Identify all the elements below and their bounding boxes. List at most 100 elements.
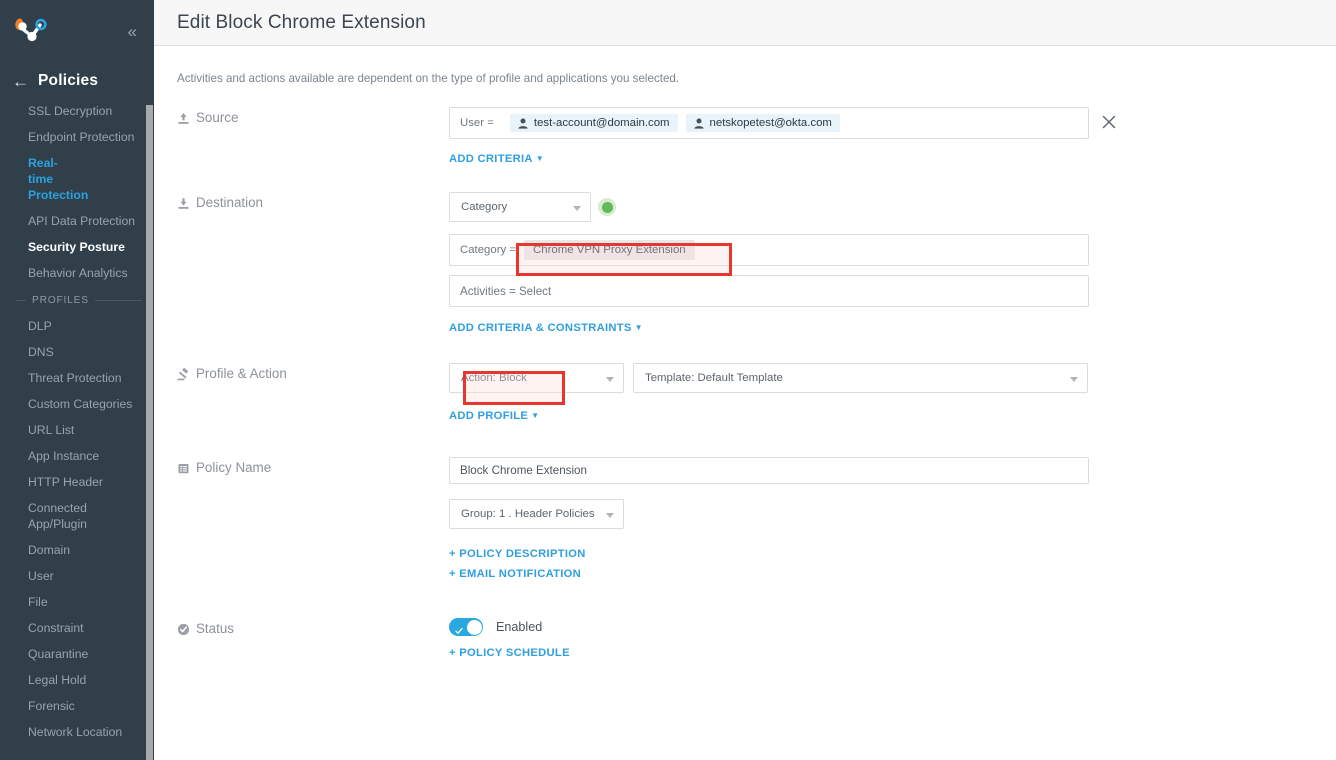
check-icon <box>455 622 463 634</box>
sidebar-item-threat-protection[interactable]: Threat Protection <box>0 365 154 391</box>
category-value-chip[interactable]: Chrome VPN Proxy Extension <box>524 240 695 260</box>
user-chip[interactable]: test-account@domain.com <box>509 114 678 132</box>
upload-icon <box>177 112 190 125</box>
activities-field[interactable]: Activities = Select <box>449 275 1089 307</box>
page-header: Edit Block Chrome Extension <box>154 0 1336 46</box>
sidebar-item-url-list[interactable]: URL List <box>0 417 154 443</box>
sidebar-back-policies[interactable]: ← Policies <box>0 62 154 102</box>
destination-type-select[interactable]: Category <box>449 192 591 222</box>
sidebar-item-network-location[interactable]: Network Location <box>0 719 154 745</box>
sidebar-item-real-time-protection[interactable]: Real-time Protection <box>0 150 88 208</box>
user-chip-label: test-account@domain.com <box>533 117 670 129</box>
sidebar-item-endpoint-protection[interactable]: Endpoint Protection <box>0 124 154 150</box>
destination-row: Destination Category Category = Chrome V… <box>177 192 1336 336</box>
divider-line-left <box>16 300 26 301</box>
chevron-down-icon: ▼ <box>535 154 544 163</box>
person-icon <box>518 118 528 129</box>
sidebar-profiles-label: PROFILES <box>32 295 89 306</box>
destination-label: Destination <box>196 195 263 210</box>
chevron-down-icon <box>1070 377 1078 382</box>
sidebar-scrollbar[interactable] <box>146 105 153 760</box>
toggle-knob <box>466 619 482 635</box>
status-label-group: Status <box>177 618 449 661</box>
gavel-icon <box>177 367 190 381</box>
template-select[interactable]: Template: Default Template <box>633 363 1088 393</box>
action-select-value: Action: Block <box>461 372 527 384</box>
back-arrow-icon[interactable]: ← <box>12 73 29 90</box>
policy-name-row: Policy Name Block Chrome Extension Group… <box>177 457 1336 582</box>
sidebar-item-http-header[interactable]: HTTP Header <box>0 469 154 495</box>
sidebar-item-quarantine[interactable]: Quarantine <box>0 641 154 667</box>
policy-name-value: Block Chrome Extension <box>460 464 587 477</box>
status-toggle-label: Enabled <box>496 620 543 634</box>
sidebar-item-domain[interactable]: Domain <box>0 537 154 563</box>
remove-source-criteria-icon[interactable] <box>1100 113 1118 131</box>
category-criteria-field[interactable]: Category = Chrome VPN Proxy Extension <box>449 234 1089 266</box>
form-hint: Activities and actions available are dep… <box>177 72 680 85</box>
sidebar-item-dlp[interactable]: DLP <box>0 313 154 339</box>
sidebar-header: « <box>0 0 154 62</box>
status-label: Status <box>196 621 234 636</box>
sidebar-item-custom-categories[interactable]: Custom Categories <box>0 391 154 417</box>
sidebar-item-forensic[interactable]: Forensic <box>0 693 154 719</box>
sidebar-section-title: Policies <box>38 72 99 89</box>
source-body: User = test-account@domain.com netskopet… <box>449 107 1336 167</box>
add-criteria-source-link[interactable]: ADD CRITERIA ▼ <box>449 153 544 165</box>
activities-placeholder: Activities = Select <box>460 284 552 298</box>
add-criteria-constraints-link[interactable]: ADD CRITERIA & CONSTRAINTS ▼ <box>449 322 643 334</box>
destination-type-value: Category <box>461 201 508 213</box>
sidebar-item-behavior-analytics[interactable]: Behavior Analytics <box>0 260 154 286</box>
add-profile-link[interactable]: ADD PROFILE ▼ <box>449 410 539 422</box>
action-select[interactable]: Action: Block <box>449 363 624 393</box>
add-criteria-source-label: ADD CRITERIA <box>449 153 533 165</box>
status-row: Status Enabled + POLICY SCHEDULE <box>177 618 1336 661</box>
check-circle-icon <box>177 623 190 636</box>
policy-name-label-group: Policy Name <box>177 457 449 582</box>
add-criteria-constraints-label: ADD CRITERIA & CONSTRAINTS <box>449 322 632 334</box>
chevron-down-icon: ▼ <box>634 323 643 332</box>
app-root: « ← Policies SSL Decryption Endpoint Pro… <box>0 0 1336 760</box>
policy-name-body: Block Chrome Extension Group: 1 . Header… <box>449 457 1336 582</box>
chevron-down-icon <box>606 377 614 382</box>
sidebar-nav-list: SSL Decryption Endpoint Protection Real-… <box>0 98 154 760</box>
profile-action-body: Action: Block Template: Default Template… <box>449 363 1336 424</box>
sidebar-item-security-posture[interactable]: Security Posture <box>0 234 154 260</box>
status-toggle[interactable] <box>449 618 483 636</box>
sidebar-item-app-instance[interactable]: App Instance <box>0 443 154 469</box>
source-criteria-field[interactable]: User = test-account@domain.com netskopet… <box>449 107 1089 139</box>
email-notification-link[interactable]: + EMAIL NOTIFICATION <box>449 568 581 580</box>
policy-schedule-link[interactable]: + POLICY SCHEDULE <box>449 647 570 659</box>
sidebar-item-api-data-protection[interactable]: API Data Protection <box>0 208 154 234</box>
user-chip[interactable]: netskopetest@okta.com <box>685 114 840 132</box>
add-profile-label: ADD PROFILE <box>449 410 529 422</box>
template-select-value: Template: Default Template <box>645 372 783 384</box>
destination-label-group: Destination <box>177 192 449 336</box>
profile-action-label-group: Profile & Action <box>177 363 449 424</box>
policy-group-select[interactable]: Group: 1 . Header Policies <box>449 499 624 529</box>
collapse-sidebar-icon[interactable]: « <box>125 21 140 42</box>
sidebar-item-legal-hold[interactable]: Legal Hold <box>0 667 154 693</box>
sidebar-item-constraint[interactable]: Constraint <box>0 615 154 641</box>
main-content: Edit Block Chrome Extension Activities a… <box>154 0 1336 760</box>
sidebar-item-connected-app-plugin[interactable]: Connected App/Plugin <box>0 495 87 537</box>
policy-description-link[interactable]: + POLICY DESCRIPTION <box>449 548 586 560</box>
chevron-down-icon: ▼ <box>531 411 540 420</box>
category-operator-label: Category = <box>460 244 517 256</box>
profile-action-row: Profile & Action Action: Block Template:… <box>177 363 1336 424</box>
sidebar-profiles-divider: PROFILES <box>0 286 154 313</box>
sidebar-item-file[interactable]: File <box>0 589 154 615</box>
page-title: Edit Block Chrome Extension <box>177 11 426 33</box>
sidebar-item-dns[interactable]: DNS <box>0 339 154 365</box>
category-value-label: Chrome VPN Proxy Extension <box>533 244 686 256</box>
policy-name-input[interactable]: Block Chrome Extension <box>449 457 1089 484</box>
list-icon <box>177 462 190 475</box>
profile-action-label: Profile & Action <box>196 366 287 381</box>
status-body: Enabled + POLICY SCHEDULE <box>449 618 1336 661</box>
sidebar-item-ssl-decryption[interactable]: SSL Decryption <box>0 98 154 124</box>
source-criteria-operator: User = <box>460 117 494 129</box>
sidebar-item-user[interactable]: User <box>0 563 154 589</box>
netskope-logo[interactable] <box>10 16 54 46</box>
source-label: Source <box>196 110 239 125</box>
source-row: Source User = test-account@domain.com ne… <box>177 107 1336 167</box>
policy-form: Source User = test-account@domain.com ne… <box>154 107 1336 661</box>
